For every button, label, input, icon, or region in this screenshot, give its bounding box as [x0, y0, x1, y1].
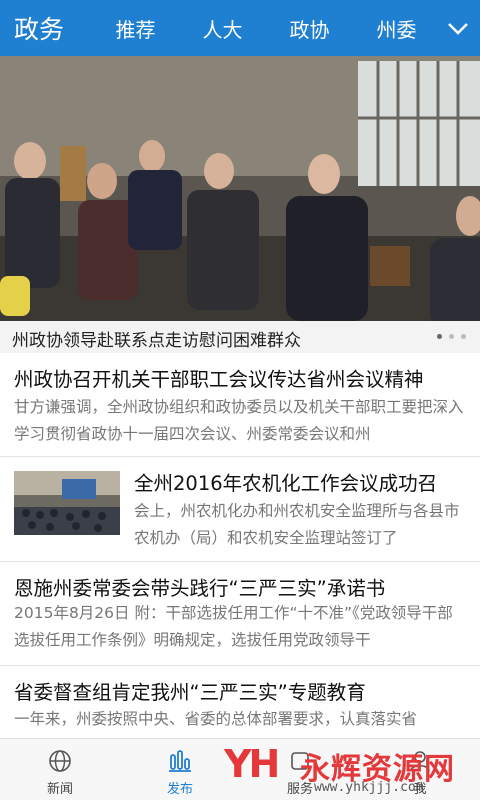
news-summary: 会上，州农机化办和州农机安全监理所与各县市农机办（局）和农机安全监理站签订了: [134, 502, 460, 547]
carousel-dot-3[interactable]: [461, 334, 466, 339]
page-title: 政务: [14, 15, 65, 44]
news-item[interactable]: 州政协召开机关干部职工会议传达省州会议精神 甘方谦强调，全州政协组织和政协委员以…: [0, 353, 480, 457]
watermark-url: www.yhkjjj.com: [314, 780, 424, 795]
featured-caption-bar: 州政协领导赴联系点走访慰问困难群众: [0, 321, 480, 353]
news-item[interactable]: 省委督查组肯定我州“三严三实”专题教育 一年来，州委按照中央、省委的总体部署要求…: [0, 666, 480, 738]
news-item[interactable]: 恩施州委常委会带头践行“三严三实”承诺书 2015年8月26日 附：干部选拔任用…: [0, 562, 480, 666]
news-summary: 甘方谦强调，全州政协组织和政协委员以及机关干部职工要把深入学习贯彻省政协十一届四…: [14, 398, 464, 443]
nav-publish-label: 发布: [166, 782, 193, 797]
nav-news-label: 新闻: [46, 782, 73, 797]
tab-recommend[interactable]: 推荐: [92, 14, 179, 43]
news-headline: 省委督查组肯定我州“三严三实”专题教育: [14, 681, 366, 704]
watermark-logo: YH: [224, 742, 280, 786]
tab-cppcc[interactable]: 政协: [266, 14, 353, 43]
nav-news[interactable]: 新闻: [0, 739, 120, 800]
carousel-dot-2[interactable]: [449, 334, 454, 339]
watermark: YH 永辉资源网 www.yhkjjj.com: [224, 742, 470, 798]
news-headline: 全州2016年农机化工作会议成功召: [134, 472, 438, 495]
tab-prefecture-committee[interactable]: 州委: [353, 14, 440, 43]
news-headline: 恩施州委常委会带头践行“三严三实”承诺书: [14, 577, 386, 600]
bar-chart-icon: [169, 750, 191, 772]
news-headline: 州政协召开机关干部职工会议传达省州会议精神: [14, 368, 424, 391]
carousel-indicator: [437, 334, 466, 339]
globe-icon: [49, 750, 71, 772]
news-summary: 2015年8月26日 附：干部选拔任用工作“十不准”《党政领导干部选拔任用工作条…: [14, 604, 453, 649]
top-bar: 政务 推荐 人大 政协 州委: [0, 0, 480, 56]
news-thumbnail: [14, 471, 120, 535]
featured-photo[interactable]: [0, 56, 480, 321]
nav-publish[interactable]: 发布: [120, 739, 240, 800]
carousel-dot-1[interactable]: [437, 334, 442, 339]
tab-npc[interactable]: 人大: [179, 14, 266, 43]
news-summary: 一年来，州委按照中央、省委的总体部署要求，认真落实省: [14, 710, 418, 728]
news-item[interactable]: 全州2016年农机化工作会议成功召 会上，州农机化办和州农机安全监理所与各县市农…: [0, 457, 480, 562]
featured-caption[interactable]: 州政协领导赴联系点走访慰问困难群众: [12, 326, 301, 351]
chevron-down-icon[interactable]: [446, 16, 470, 40]
